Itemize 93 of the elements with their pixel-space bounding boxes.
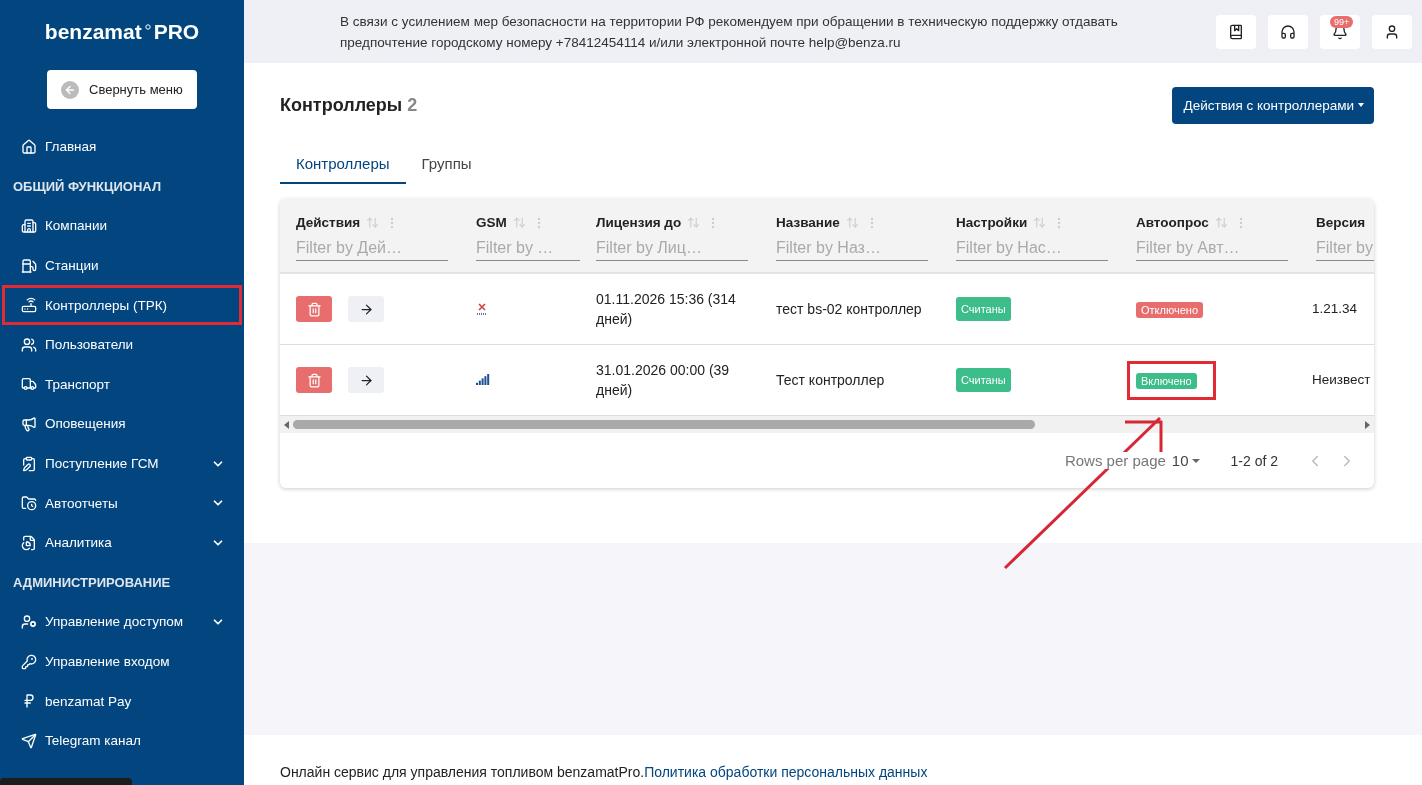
- filter-field[interactable]: Filter by Авт…: [1136, 236, 1288, 261]
- column-title: Настройки: [956, 215, 1028, 230]
- sidebar-item[interactable]: benzamat Pay: [2, 681, 242, 721]
- trash-icon: [306, 301, 322, 317]
- nav-icon: [21, 732, 37, 749]
- trash-icon: [306, 372, 322, 388]
- table-cell-text: Неизвест: [1312, 371, 1371, 389]
- sidebar-section-heading: ОБЩИЙ ФУНКЦИОНАЛ: [12, 177, 163, 196]
- nav-icon: [21, 613, 37, 630]
- column-title: Лицензия до: [596, 215, 682, 230]
- sidebar-item[interactable]: Оповещения: [2, 404, 242, 444]
- nav-icon: [21, 495, 37, 512]
- sort-icon[interactable]: [512, 216, 526, 229]
- filter-field[interactable]: Filter by Нас…: [956, 236, 1108, 261]
- security-notice: В связи с усилением мер безопасности на территории РФ рекомендуем при обращении в техническую поддержку отдавать предпочтение городскому номеру +78412454114 и/или электронной почте help@benza.ru: [340, 12, 1119, 52]
- controller-actions-button[interactable]: Действия с контроллерами: [1171, 86, 1374, 124]
- sidebar-item[interactable]: Управление входом: [2, 641, 242, 682]
- status-badge: Включено: [1136, 372, 1197, 389]
- nav-icon: [21, 653, 37, 670]
- filter-field[interactable]: Filter by Лиц…: [596, 236, 748, 261]
- user-icon: [1384, 23, 1400, 40]
- filter-field[interactable]: Filter by …: [476, 236, 580, 261]
- column-title: Автоопрос: [1136, 215, 1209, 230]
- sort-icon[interactable]: [1033, 216, 1047, 229]
- page-range: 1-2 of 2: [1230, 452, 1278, 469]
- column-title: GSM: [476, 215, 507, 230]
- nav-icon: [21, 138, 37, 155]
- table-cell-text: 01.11.2026 15:36 (314 дней): [596, 290, 737, 329]
- book-icon-button[interactable]: [1216, 14, 1256, 49]
- headset-icon: [1280, 23, 1296, 40]
- sidebar-item[interactable]: Поступление ГСМ: [2, 443, 242, 484]
- sort-icon[interactable]: [687, 216, 701, 229]
- table-cell-text: 31.01.2026 00:00 (39 дней): [596, 361, 731, 400]
- sidebar-item[interactable]: Telegram канал: [2, 720, 242, 761]
- user-icon-button[interactable]: [1372, 14, 1412, 49]
- privacy-policy-link[interactable]: Политика обработки персональных данных: [644, 764, 928, 780]
- arrow-right-icon: [358, 372, 374, 388]
- book-icon: [1228, 23, 1244, 40]
- collapse-menu-button[interactable]: Свернуть меню: [47, 70, 197, 109]
- table-cell-text: Тест контроллер: [776, 371, 885, 390]
- nav-icon: [21, 336, 37, 353]
- headset-icon-button[interactable]: [1268, 14, 1308, 49]
- sidebar-item[interactable]: Компании: [2, 206, 242, 246]
- signal-bars-icon: [476, 374, 490, 386]
- filter-field[interactable]: Filter by: [1316, 236, 1374, 261]
- logo: benzamat PRO: [43, 20, 201, 44]
- status-badge: Отключено: [1136, 301, 1203, 318]
- arrow-left-icon: [61, 80, 79, 99]
- sidebar-item[interactable]: Транспорт: [2, 364, 242, 405]
- sort-icon[interactable]: [366, 216, 380, 229]
- column-title: Действия: [296, 215, 361, 230]
- sort-icon[interactable]: [845, 216, 859, 229]
- arrow-right-icon: [358, 301, 374, 317]
- nav-icon: [21, 693, 37, 710]
- status-badge: Считаны: [956, 297, 1011, 321]
- sidebar-item[interactable]: Станции: [2, 245, 242, 286]
- footer-text: Онлайн сервис для управления топливом benzamatPro.Политика обработки персональных данных: [280, 764, 928, 780]
- tab[interactable]: Группы: [405, 147, 488, 184]
- sidebar-item[interactable]: Автоотчеты: [2, 483, 242, 523]
- rows-per-page-label: Rows per page: [1064, 452, 1166, 469]
- nav-icon: [21, 376, 37, 393]
- sidebar-item[interactable]: Управление доступом: [2, 602, 242, 642]
- nav-icon: [21, 534, 37, 551]
- notification-count-badge: 99+: [1330, 15, 1354, 28]
- filter-field[interactable]: Filter by Наз…: [776, 236, 928, 261]
- nav-icon: [21, 257, 37, 274]
- tab[interactable]: Контроллеры: [280, 147, 406, 184]
- caret-icon: [1356, 102, 1366, 108]
- delete-button[interactable]: [296, 296, 332, 322]
- sidebar-item[interactable]: Пользователи: [2, 324, 242, 365]
- nav-icon: [21, 455, 37, 472]
- sidebar-item[interactable]: Главная: [2, 127, 242, 167]
- registered-mark-icon: [144, 24, 151, 30]
- status-badge: Считаны: [956, 368, 1011, 392]
- sidebar-section-heading: АДМИНИСТРИРОВАНИЕ: [12, 573, 172, 592]
- table-cell-text: 1.21.34: [1312, 300, 1358, 318]
- nav-icon: [21, 218, 37, 234]
- filter-field[interactable]: Filter by Дей…: [296, 236, 448, 261]
- nav-icon: [21, 415, 37, 432]
- column-title: Название: [776, 215, 840, 230]
- open-button[interactable]: [348, 367, 384, 393]
- sort-icon[interactable]: [1214, 216, 1228, 229]
- page-title: Контроллеры 2: [280, 94, 418, 116]
- horizontal-scrollbar[interactable]: [280, 416, 1374, 433]
- sidebar-item[interactable]: Аналитика: [2, 522, 242, 563]
- delete-button[interactable]: [296, 367, 332, 393]
- rows-per-page-select[interactable]: 10: [1171, 452, 1203, 469]
- nav-icon: [21, 297, 37, 314]
- table-cell-text: тест bs-02 контроллер: [776, 300, 922, 319]
- sidebar-item[interactable]: Контроллеры (ТРК): [2, 285, 242, 325]
- open-button[interactable]: [348, 296, 384, 322]
- column-title: Версия: [1316, 215, 1366, 230]
- no-signal-icon: [476, 303, 488, 315]
